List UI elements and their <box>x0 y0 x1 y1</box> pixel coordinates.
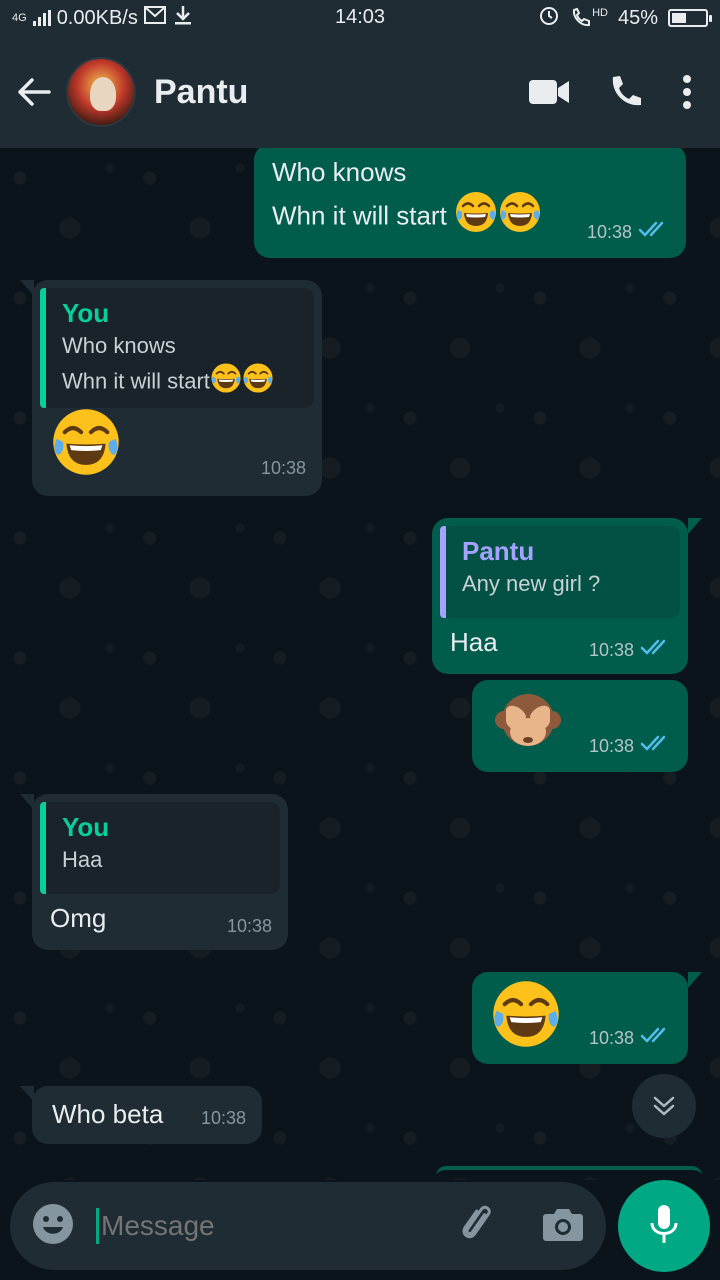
scroll-to-bottom-button[interactable] <box>632 1074 696 1138</box>
message-meta: 10:38 <box>587 214 670 250</box>
voice-call-icon[interactable] <box>608 74 644 110</box>
quoted-message[interactable]: You Haa <box>40 802 280 894</box>
attach-icon[interactable] <box>456 1202 500 1251</box>
mail-icon <box>143 6 166 30</box>
message-input[interactable] <box>96 1208 416 1244</box>
battery-icon <box>668 9 712 27</box>
message-meta: 10:38 <box>589 728 672 764</box>
message-outgoing[interactable]: Who knows Whn it will start 10:38 <box>254 148 686 258</box>
quote-author: Pantu <box>462 536 535 566</box>
message-meta: 10:38 <box>261 450 306 486</box>
hd-label: HD <box>592 7 608 19</box>
more-options-icon[interactable] <box>682 74 692 110</box>
message-text: Omg <box>50 903 107 933</box>
message-incoming[interactable]: You Who knows Whn it will start 10:38 <box>32 280 322 496</box>
bubble-tail <box>688 518 702 534</box>
joy-emoji-icon <box>490 978 562 1059</box>
message-input-container[interactable] <box>10 1182 606 1270</box>
emoji-icon[interactable] <box>32 1203 74 1250</box>
message-time: 10:38 <box>588 736 634 756</box>
contact-name[interactable]: Pantu <box>154 73 248 112</box>
camera-icon[interactable] <box>542 1206 584 1247</box>
read-receipt-icon <box>640 1020 672 1056</box>
compose-bar <box>0 1180 720 1280</box>
message-meta: 10:38 <box>589 1020 672 1056</box>
network-speed: 0.00KB/s <box>56 6 138 29</box>
message-time: 10:38 <box>200 1108 246 1128</box>
back-arrow-icon[interactable] <box>2 60 66 124</box>
quote-text: Whn it will start <box>62 368 210 394</box>
message-time: 10:38 <box>588 1028 634 1048</box>
message-incoming[interactable]: You Haa Omg 10:38 <box>32 794 288 950</box>
message-outgoing[interactable]: 10:38 <box>472 972 688 1064</box>
voice-record-button[interactable] <box>618 1180 710 1272</box>
message-text: Whn it will start <box>272 200 447 231</box>
hd-call-icon: HD <box>570 7 608 29</box>
message-outgoing-partial <box>436 1166 702 1180</box>
status-bar: 4G 0.00KB/s 14:03 HD 45% <box>0 0 720 36</box>
message-outgoing[interactable]: 10:38 <box>472 680 688 772</box>
quoted-message[interactable]: Pantu Any new girl ? <box>440 526 680 618</box>
message-incoming[interactable]: Who beta 10:38 <box>32 1086 262 1144</box>
microphone-icon <box>649 1203 679 1250</box>
message-meta: 10:38 <box>589 632 672 668</box>
battery-percent: 45% <box>617 6 658 29</box>
read-receipt-icon <box>640 728 672 764</box>
see-no-evil-monkey-emoji-icon <box>492 686 564 767</box>
quote-author: You <box>62 812 110 842</box>
quote-text: Any new girl ? <box>462 571 601 596</box>
bubble-tail <box>688 972 702 988</box>
quote-text: Haa <box>62 847 103 872</box>
message-time: 10:38 <box>588 640 634 660</box>
signal-icon <box>32 10 51 26</box>
joy-emoji-icon <box>454 190 498 245</box>
alarm-icon <box>538 4 560 32</box>
quote-author: You <box>62 298 110 328</box>
joy-emoji-icon <box>242 362 274 403</box>
quote-text: Who knows <box>62 333 176 358</box>
message-text: Who beta <box>52 1099 164 1129</box>
message-meta: 10:38 <box>201 1100 246 1136</box>
message-time: 10:38 <box>260 458 306 478</box>
message-time: 10:38 <box>586 222 632 242</box>
message-meta: 10:38 <box>227 908 272 944</box>
joy-emoji-icon <box>50 406 122 487</box>
message-time: 10:38 <box>226 916 272 936</box>
video-call-icon[interactable] <box>528 78 570 106</box>
quoted-message[interactable]: You Who knows Whn it will start <box>40 288 314 408</box>
joy-emoji-icon <box>498 190 542 245</box>
message-text: Haa <box>450 627 498 657</box>
message-text: Who knows <box>272 157 407 187</box>
avatar[interactable] <box>66 57 136 127</box>
network-type: 4G <box>12 11 27 24</box>
read-receipt-icon <box>640 632 672 668</box>
joy-emoji-icon <box>210 362 242 403</box>
download-icon <box>172 4 194 32</box>
chat-header: Pantu <box>0 36 720 148</box>
read-receipt-icon <box>638 214 670 250</box>
chat-area[interactable]: Who knows Whn it will start 10:38 You Wh… <box>0 148 720 1180</box>
message-outgoing[interactable]: Pantu Any new girl ? Haa 10:38 <box>432 518 688 674</box>
